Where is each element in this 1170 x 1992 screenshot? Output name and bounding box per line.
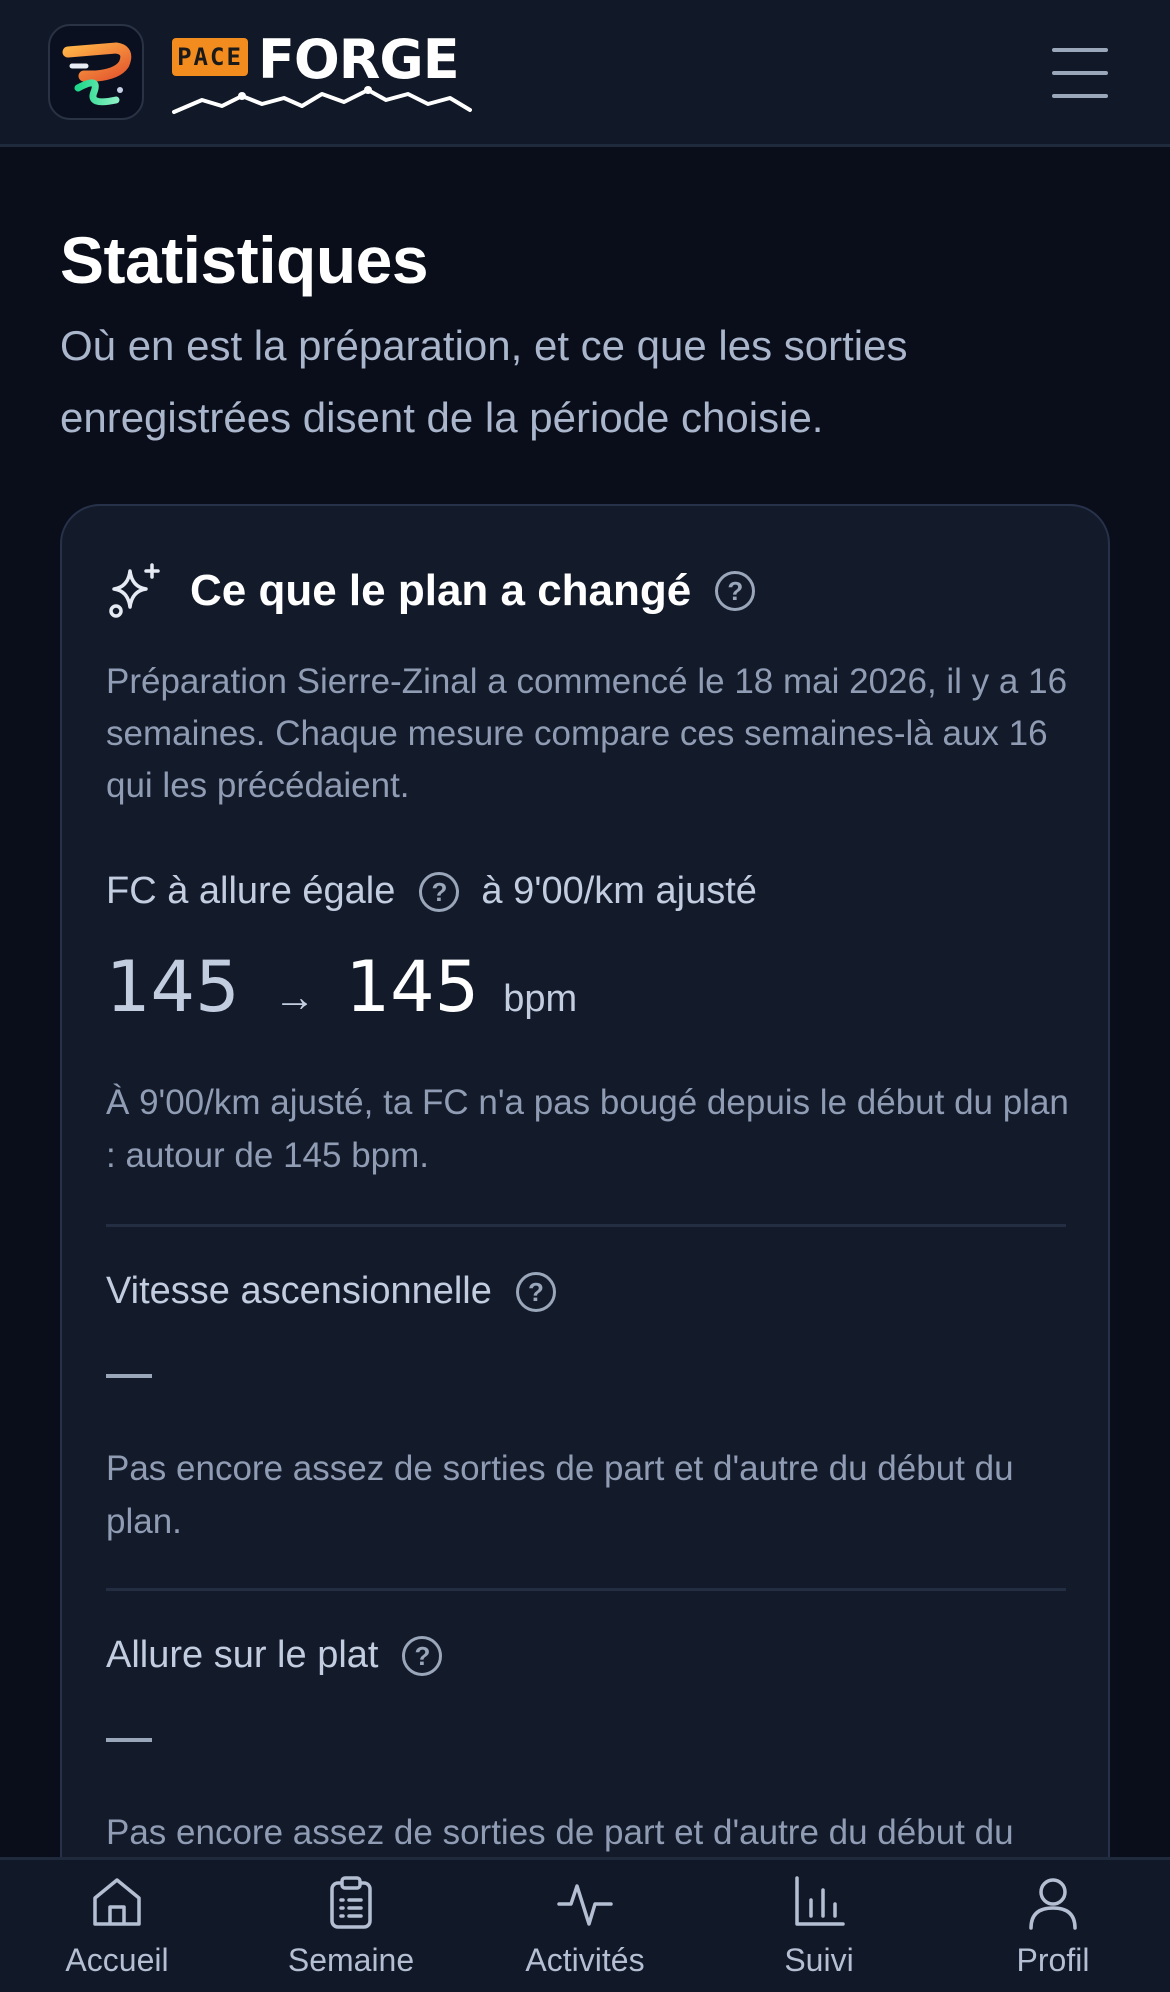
- empty-value-dash: [106, 1374, 152, 1378]
- card-intro: Préparation Sierre-Zinal a commencé le 1…: [106, 662, 1068, 805]
- help-icon[interactable]: ?: [402, 1635, 443, 1676]
- metric-hr-values: 145 → 145 bpm: [106, 946, 577, 1028]
- hamburger-menu-icon[interactable]: [1052, 48, 1108, 98]
- value-unit: bpm: [503, 978, 578, 1020]
- nav-label: Accueil: [65, 1942, 169, 1978]
- divider: [106, 1224, 1066, 1227]
- nav-label: Semaine: [287, 1942, 415, 1978]
- page-header: Statistiques Où en est la préparation, e…: [60, 220, 1110, 454]
- top-bar: PACE FORGE: [0, 0, 1170, 147]
- activity-pulse-icon: [557, 1884, 613, 1926]
- metric-label: Allure sur le plat: [106, 1634, 379, 1676]
- bar-chart-icon: [795, 1876, 845, 1926]
- arrow-right-icon: →: [273, 973, 316, 1020]
- nav-item-accueil[interactable]: Accueil: [0, 1860, 234, 1992]
- nav-label: Profil: [1016, 1942, 1090, 1978]
- user-icon: [1029, 1878, 1077, 1930]
- metric-flat-pace-label-row: Allure sur le plat ?: [106, 1634, 464, 1677]
- page-title: Statistiques: [60, 223, 429, 297]
- metric-climb-label-row: Vitesse ascensionnelle ?: [106, 1270, 578, 1313]
- nav-item-profil[interactable]: Profil: [936, 1860, 1170, 1992]
- help-icon[interactable]: ?: [419, 871, 460, 912]
- brand-name: FORGE: [258, 28, 460, 91]
- sparkles-icon: [109, 563, 160, 618]
- mountain-ridge-icon: [172, 86, 472, 114]
- metric-hr-label-row: FC à allure égale ? à 9'00/km ajusté: [106, 870, 757, 913]
- nav-item-semaine[interactable]: Semaine: [234, 1860, 468, 1992]
- home-icon: [93, 1878, 141, 1926]
- empty-value-dash: [106, 1738, 152, 1742]
- metric-description: Pas encore assez de sorties de part et d…: [106, 1449, 1014, 1541]
- bottom-navigation: Accueil Semaine Activités Suivi Profil: [0, 1857, 1170, 1992]
- value-before: 145: [106, 946, 240, 1028]
- card-header: Ce que le plan a changé ?: [106, 556, 756, 626]
- card-title: Ce que le plan a changé: [190, 566, 692, 615]
- help-icon[interactable]: ?: [515, 1271, 556, 1312]
- metric-context: à 9'00/km ajusté: [481, 870, 757, 912]
- metric-label: FC à allure égale: [106, 870, 396, 912]
- clipboard-icon: [330, 1876, 372, 1929]
- brand-wordmark[interactable]: PACE FORGE: [172, 30, 482, 116]
- brand-badge: PACE: [172, 38, 248, 76]
- metric-description: À 9'00/km ajusté, ta FC n'a pas bougé de…: [106, 1083, 1069, 1175]
- help-icon[interactable]: ?: [715, 571, 756, 611]
- value-after: 145: [345, 946, 480, 1028]
- plan-changes-card: Ce que le plan a changé ? Préparation Si…: [60, 504, 1110, 1992]
- nav-item-suivi[interactable]: Suivi: [702, 1860, 936, 1992]
- divider: [106, 1588, 1066, 1591]
- metric-label: Vitesse ascensionnelle: [106, 1270, 492, 1312]
- nav-label: Activités: [525, 1942, 645, 1978]
- nav-label: Suivi: [784, 1942, 854, 1978]
- nav-item-activites[interactable]: Activités: [468, 1860, 702, 1992]
- app-logo-icon[interactable]: [48, 24, 144, 120]
- page-subtitle: Où en est la préparation, et ce que les …: [60, 322, 908, 441]
